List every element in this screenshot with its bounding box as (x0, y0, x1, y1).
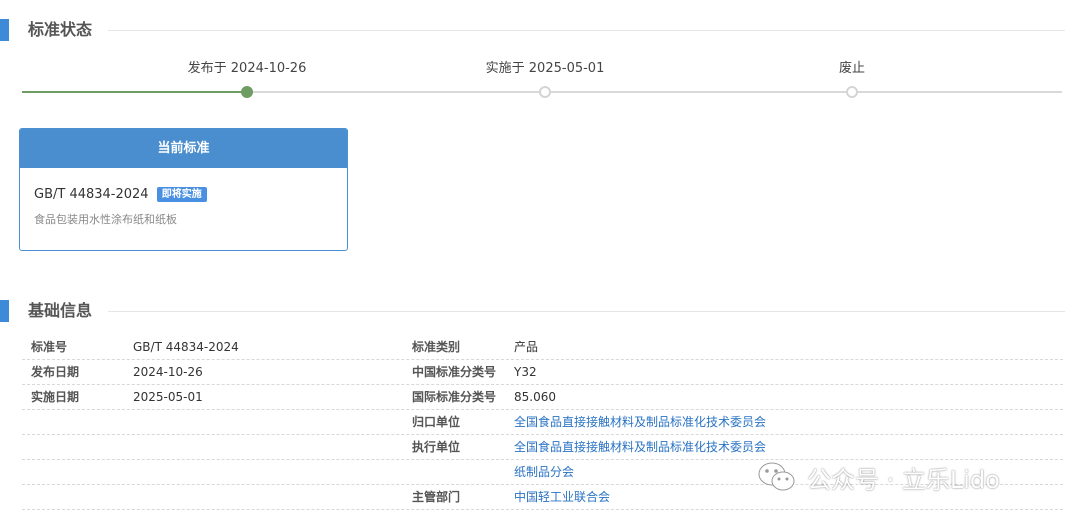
timeline-step-label: 发布于 2024-10-26 (187, 61, 307, 76)
info-row: 标准号 GB/T 44834-2024 标准类别 产品 (22, 335, 1063, 360)
watermark: 公众号 · 立乐Lido (757, 460, 1000, 494)
info-row: 实施日期 2025-05-01 国际标准分类号 85.060 (22, 385, 1063, 410)
standard-code[interactable]: GB/T 44834-2024 (34, 187, 149, 202)
status-section-header: 标准状态 (0, 17, 1065, 43)
info-value: 产品 (514, 340, 539, 354)
timeline-step-implemented: 实施于 2025-05-01 (445, 60, 645, 98)
info-value: Y32 (514, 365, 537, 379)
status-timeline: 发布于 2024-10-26 实施于 2025-05-01 废止 (22, 60, 1062, 100)
watermark-text: 公众号 · 立乐Lido (807, 465, 1000, 494)
status-badge: 即将实施 (156, 187, 207, 202)
timeline-dot (846, 86, 858, 98)
executing-unit-link[interactable]: 全国食品直接接触材料及制品标准化技术委员会 (514, 435, 766, 459)
timeline-dot (539, 86, 551, 98)
info-key: 实施日期 (31, 390, 80, 404)
authority-link[interactable]: 中国轻工业联合会 (514, 485, 610, 509)
info-value: GB/T 44834-2024 (133, 340, 239, 354)
info-key: 国际标准分类号 (412, 390, 497, 404)
timeline-dot-done (241, 86, 253, 98)
info-value: 85.060 (514, 390, 556, 404)
timeline-step-label: 废止 (838, 61, 865, 76)
info-value: 2024-10-26 (133, 365, 203, 379)
info-key: 执行单位 (412, 440, 461, 454)
timeline-step-label: 实施于 2025-05-01 (485, 61, 605, 76)
timeline-step-abolished: 废止 (752, 60, 952, 98)
section-accent-bar (0, 300, 9, 322)
wechat-icon (758, 462, 795, 491)
basic-info-section-header: 基础信息 (0, 298, 1065, 324)
section-accent-bar (0, 19, 9, 41)
info-row: 执行单位 全国食品直接接触材料及制品标准化技术委员会 (22, 435, 1063, 460)
info-value: 2025-05-01 (133, 390, 203, 404)
section-divider (108, 311, 1065, 312)
standard-code-line: GB/T 44834-2024 即将实施 (34, 187, 207, 202)
timeline-progress (22, 91, 247, 93)
info-key: 标准号 (31, 340, 68, 354)
info-key: 中国标准分类号 (412, 365, 497, 379)
info-key: 标准类别 (412, 340, 461, 354)
subcommittee-link[interactable]: 纸制品分会 (514, 460, 574, 484)
current-standard-card[interactable]: 当前标准 GB/T 44834-2024 即将实施 食品包装用水性涂布纸和纸板 (19, 128, 348, 251)
info-key: 主管部门 (412, 490, 461, 504)
timeline-step-published: 发布于 2024-10-26 (147, 60, 347, 98)
section-title: 标准状态 (28, 20, 93, 39)
info-row: 发布日期 2024-10-26 中国标准分类号 Y32 (22, 360, 1063, 385)
info-key: 归口单位 (412, 415, 461, 429)
committee-link[interactable]: 全国食品直接接触材料及制品标准化技术委员会 (514, 410, 766, 434)
card-header: 当前标准 (20, 129, 347, 168)
standard-name: 食品包装用水性涂布纸和纸板 (34, 213, 177, 226)
info-row: 归口单位 全国食品直接接触材料及制品标准化技术委员会 (22, 410, 1063, 435)
section-title: 基础信息 (28, 301, 93, 320)
section-divider (108, 30, 1065, 31)
info-key: 发布日期 (31, 365, 80, 379)
